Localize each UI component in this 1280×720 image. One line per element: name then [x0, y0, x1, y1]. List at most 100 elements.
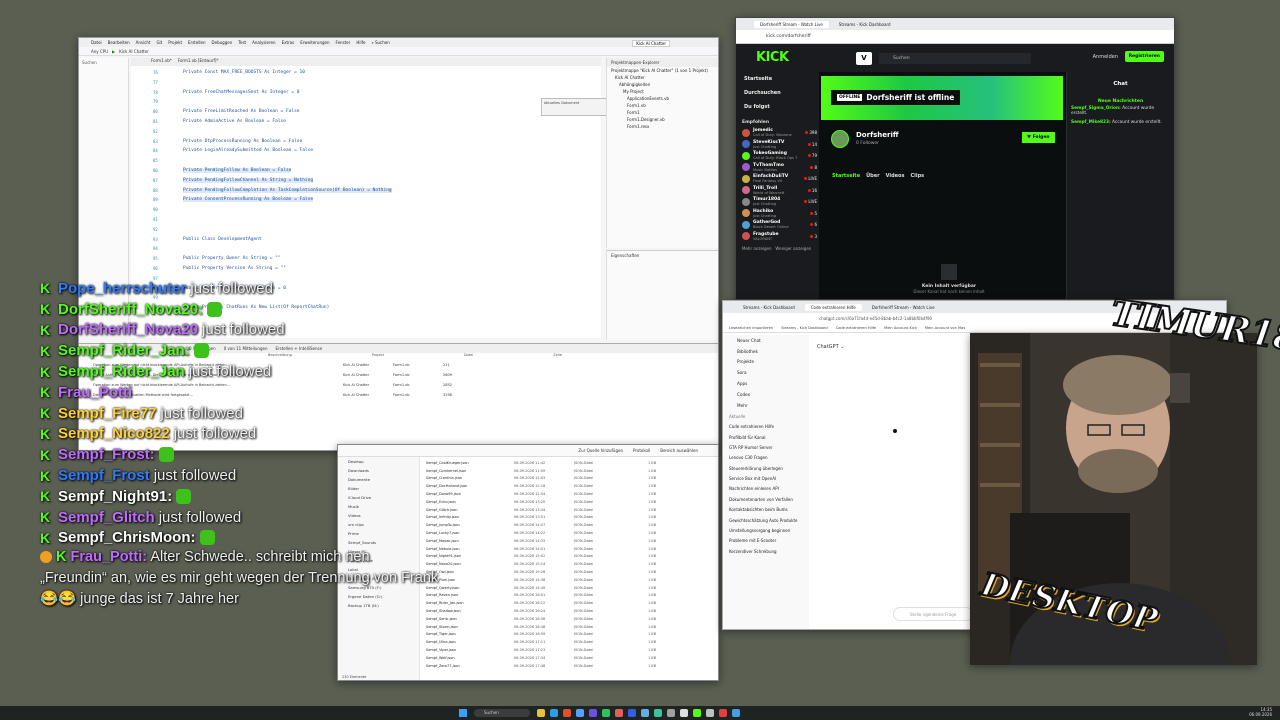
taskbar-app-icon[interactable]	[719, 709, 727, 717]
bookmark[interactable]: Mein Account von Mas	[925, 326, 965, 330]
register-button[interactable]: Registrieren	[1124, 51, 1164, 62]
search-icon[interactable]: ⌕ Suchen	[371, 40, 389, 45]
file-row[interactable]: Sempf_Dono99.json 06.09.2026 12:54 JSON-Da…	[426, 490, 714, 498]
browser-tab[interactable]: Dorfsheriff Stream - Watch Live	[754, 20, 829, 28]
sidebar-nav-item[interactable]: Startseite	[736, 72, 819, 86]
sidebar-menu-item[interactable]: Sora	[723, 367, 809, 378]
url-text[interactable]: chatgpt.com/c/6a71fa4d-ed5d-8bab-b4c2-1a…	[819, 316, 932, 321]
model-selector[interactable]: ChatGPT ⌄	[817, 344, 844, 350]
browser-tab[interactable]: Streams - Kick Dashboard	[833, 21, 897, 28]
file-row[interactable]: Sempf_CoolKrueger.json 06.09.2026 11:42 JS…	[426, 459, 714, 467]
menu-item-projekt[interactable]: Projekt	[168, 40, 182, 45]
taskbar-app-icon[interactable]	[576, 709, 584, 717]
toolbox-search[interactable]: Suchen	[79, 58, 128, 67]
profile-tab[interactable]: Über	[866, 173, 880, 179]
channel-item[interactable]: Trilli_Troll World of Warcraft 16	[736, 185, 819, 197]
menu-item-git[interactable]: Git	[156, 40, 162, 45]
code-line[interactable]: Private FreeLimitReached As Boolean = Fa…	[183, 109, 300, 114]
taskbar-app-icon[interactable]	[732, 709, 740, 717]
history-item[interactable]: Probleme mit E-Scooter	[723, 536, 809, 546]
file-row[interactable]: Sempf_Sonic.json 06.09.2026 16:36 JSON-Dat…	[426, 615, 714, 623]
sidebar-menu-item[interactable]: Projekte	[723, 357, 809, 368]
solution-item[interactable]: Form1.vb	[607, 102, 718, 109]
nav-item[interactable]: um clips	[338, 520, 419, 529]
taskbar-app-icon[interactable]	[667, 709, 675, 717]
sidebar-menu-item[interactable]: Mehr	[723, 400, 809, 411]
taskbar-search[interactable]: Suchen	[474, 709, 530, 717]
file-row[interactable]: Sempf_JumpTo.json 06.09.2026 14:07 JSON-Da…	[426, 521, 714, 529]
history-item[interactable]: GTA RP Humor Server	[723, 442, 809, 452]
run-target-label[interactable]: Kick AI Chatter	[119, 49, 149, 54]
file-row[interactable]: Sempf_Lucky7.json 06.09.2026 14:22 JSON-Da…	[426, 529, 714, 537]
menu-item-ansicht[interactable]: Ansicht	[136, 40, 151, 45]
channel-item[interactable]: Timur1804 Just Chatting LIVE	[736, 196, 819, 208]
channel-item[interactable]: TvThomTmo Music Battles 8	[736, 162, 819, 174]
nav-item[interactable]: Videos	[338, 511, 419, 520]
file-row[interactable]: Sempf_Wolf.json 06.09.2026 17:34 JSON-Date…	[426, 654, 714, 662]
history-item[interactable]: Steuererklärung überlegen	[723, 463, 809, 473]
menu-item-erstellen[interactable]: Erstellen	[188, 40, 206, 45]
code-line[interactable]: Private PendingFollowChannel As String =…	[183, 177, 314, 183]
taskbar-app-icon[interactable]	[602, 709, 610, 717]
file-row[interactable]: Sempf_DocHolland.json 06.09.2026 12:18 JSO…	[426, 482, 714, 490]
code-line[interactable]: Private FreeChatMessagesSent As Integer …	[183, 90, 300, 95]
history-item[interactable]: Profilbild für Kanal	[723, 432, 809, 442]
solution-item[interactable]: Kick AI Chatter	[607, 74, 718, 81]
code-line[interactable]: Private PendingFollow As Boolean = False	[183, 168, 292, 173]
taskbar-app-icon[interactable]	[615, 709, 623, 717]
menu-item-erweiterungen[interactable]: Erweiterungen	[300, 40, 329, 45]
history-item[interactable]: Nachrichten einlesen API	[723, 484, 809, 494]
taskbar-app-icon[interactable]	[680, 709, 688, 717]
taskbar-app-icon[interactable]	[628, 709, 636, 717]
start-icon[interactable]	[459, 709, 467, 717]
profile-tab[interactable]: Videos	[886, 173, 905, 179]
show-more-link[interactable]: Mehr anzeigen Weniger anzeigen	[736, 242, 819, 251]
bookmark[interactable]: Streams - Kick Dashboard	[781, 326, 828, 330]
file-row[interactable]: Sempf_Rider_Jan.json 06.09.2026 16:12 JSON…	[426, 599, 714, 607]
file-row[interactable]: Sempf_Storm.json 06.09.2026 16:48 JSON-Dat…	[426, 623, 714, 631]
history-item[interactable]: Service Box mit OpenAI	[723, 473, 809, 483]
editor-tab[interactable]: Form1.vb*	[151, 58, 172, 66]
file-row[interactable]: Sempf_Raven.json 06.09.2026 16:01 JSON-Dat…	[426, 592, 714, 600]
file-row[interactable]: Sempf_Cronthin.json 06.09.2026 12:03 JSON-…	[426, 475, 714, 483]
sidebar-menu-item[interactable]: Neuer Chat	[723, 335, 809, 346]
solution-item[interactable]: ApplicationEvents.vb	[607, 95, 718, 102]
solution-item[interactable]: Form1	[607, 109, 718, 116]
nav-item[interactable]: Desktop	[338, 457, 419, 466]
taskbar-app-icon[interactable]	[589, 709, 597, 717]
file-row[interactable]: Sempf_Night91.json 06.09.2026 15:02 JSON-D…	[426, 553, 714, 561]
file-row[interactable]: Sempf_Echo.json 06.09.2026 13:20 JSON-Date…	[426, 498, 714, 506]
channel-item[interactable]: Fragstube VALORANT 3	[736, 231, 819, 243]
history-item[interactable]: Kontaktabsichten beim Bums	[723, 504, 809, 514]
file-row[interactable]: Sempf_Ultra.json 06.09.2026 17:11 JSON-Dat…	[426, 638, 714, 646]
taskbar-app-icon[interactable]	[706, 709, 714, 717]
channel-item[interactable]: TokeoGaming Call of Duty: Black Ops 7 79	[736, 150, 819, 162]
code-line[interactable]: Private OtpProcessRunning As Boolean = F…	[183, 139, 302, 144]
channel-item[interactable]: Hachiko Just Chatting 5	[736, 208, 819, 220]
file-row[interactable]: Sempf_Tiger.json 06.09.2026 16:59 JSON-Dat…	[426, 631, 714, 639]
menu-item-fenster[interactable]: Fenster	[336, 40, 351, 45]
code-line[interactable]: Private LoginAlreadySubmitted As Boolean…	[183, 148, 313, 153]
taskbar-app-icon[interactable]	[550, 709, 558, 717]
kick-browser-window[interactable]: Dorfsheriff Stream - Watch Live Streams -…	[735, 17, 1175, 300]
solution-item[interactable]: Abhängigkeiten	[607, 81, 718, 88]
config-dropdown[interactable]: Any CPU	[91, 49, 108, 54]
file-row[interactable]: Sempf_Shadow.json 06.09.2026 16:24 JSON-Da…	[426, 607, 714, 615]
nav-item[interactable]: Sempf_Sounds	[338, 538, 419, 547]
clock[interactable]: 14:35 06.09.2026	[1249, 707, 1272, 717]
browser-tab[interactable]: Code extrahieren Hilfe	[804, 303, 862, 311]
nav-item[interactable]: Downloads	[338, 466, 419, 475]
history-item[interactable]: Dokumentenarten von Verfallen	[723, 494, 809, 504]
code-line[interactable]: Private ConsentProcessRunning As Boolean…	[183, 197, 314, 203]
file-row[interactable]: Sempf_Nebula.json 06.09.2026 14:51 JSON-Da…	[426, 545, 714, 553]
taskbar-app-icon[interactable]	[563, 709, 571, 717]
run-button[interactable]: ▶	[112, 49, 115, 54]
explorer-toolbar-button[interactable]: Zur Quelle hinzufügen	[578, 448, 623, 453]
code-line[interactable]: Private AdminActive As Boolean = False	[183, 119, 286, 124]
code-line[interactable]: Public Property Owner As String = ""	[183, 256, 281, 261]
solution-item[interactable]: Form1.Designer.vb	[607, 116, 718, 123]
sidebar-menu-item[interactable]: Bibliothek	[723, 346, 809, 357]
file-row[interactable]: Sempf_Cornkernel.json 06.09.2026 11:59 JSO…	[426, 467, 714, 475]
menu-item-datei[interactable]: Datei	[91, 40, 102, 45]
browser-tab[interactable]: Streams - Kick Dashboard	[737, 304, 801, 311]
